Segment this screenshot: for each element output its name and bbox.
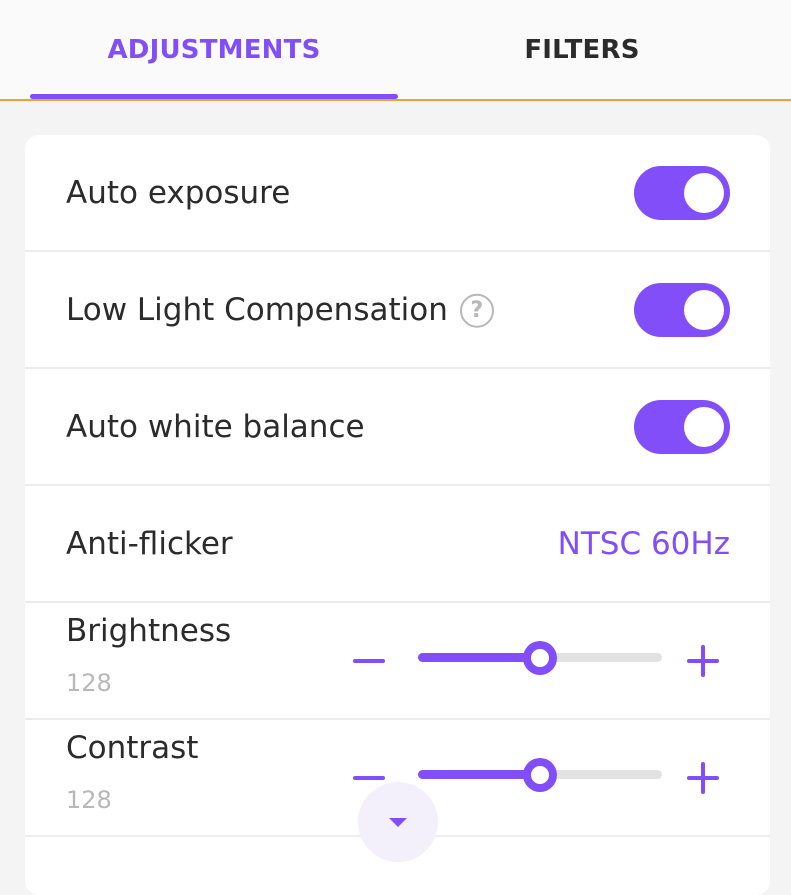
auto-exposure-row: Auto exposure [25,135,770,252]
low-light-compensation-label: Low Light Compensation [66,291,448,328]
tab-bar: ADJUSTMENTS FILTERS [0,0,791,101]
brightness-plus-icon[interactable] [685,643,721,679]
auto-exposure-label: Auto exposure [66,174,291,211]
toggle-knob [684,406,724,447]
contrast-slider-fill [418,770,540,779]
auto-exposure-toggle[interactable] [634,165,730,220]
contrast-label: Contrast [66,730,199,766]
contrast-slider-thumb[interactable] [523,758,557,792]
tab-filters[interactable]: FILTERS [398,0,766,99]
brightness-label: Brightness [66,613,232,649]
anti-flicker-value[interactable]: NTSC 60Hz [558,526,730,562]
contrast-plus-icon[interactable] [685,760,721,796]
contrast-slider[interactable] [418,758,662,792]
low-light-compensation-label-wrap: Low Light Compensation? [66,291,494,328]
auto-white-balance-toggle[interactable] [634,399,730,454]
brightness-minus-icon[interactable] [351,643,387,679]
anti-flicker-row[interactable]: Anti-flicker NTSC 60Hz [25,486,770,603]
adjustments-card: Auto exposure Low Light Compensation? Au… [25,135,770,895]
scroll-down-button[interactable] [358,782,438,862]
brightness-slider-fill [418,653,540,662]
chevron-down-icon [389,818,407,827]
question-circle-icon[interactable]: ? [459,293,494,328]
contrast-value: 128 [66,786,112,814]
active-tab-indicator [30,94,398,99]
low-light-compensation-row: Low Light Compensation? [25,252,770,369]
tab-adjustments[interactable]: ADJUSTMENTS [30,0,398,99]
auto-white-balance-label: Auto white balance [66,408,365,445]
brightness-slider-thumb[interactable] [523,641,557,675]
brightness-row: Brightness 128 [25,603,770,720]
anti-flicker-label: Anti-flicker [66,525,233,562]
toggle-knob [684,172,724,213]
auto-white-balance-row: Auto white balance [25,369,770,486]
brightness-slider[interactable] [418,641,662,675]
brightness-value: 128 [66,669,112,697]
toggle-knob [684,289,724,330]
low-light-compensation-toggle[interactable] [634,282,730,337]
